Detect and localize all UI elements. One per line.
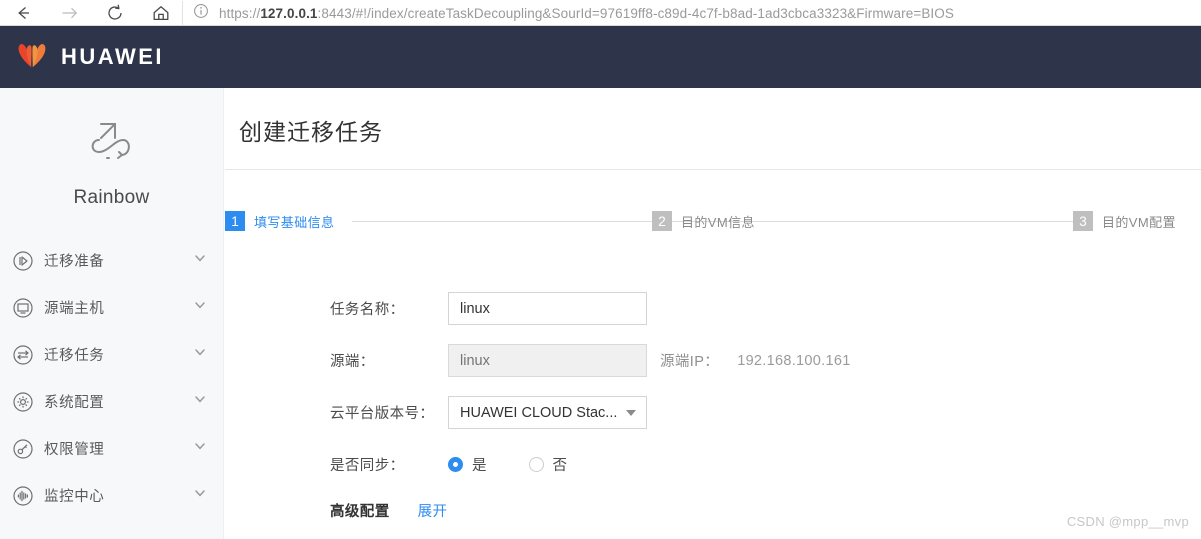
- chevron-down-icon[interactable]: [193, 251, 207, 270]
- chevron-down-icon[interactable]: [193, 486, 207, 505]
- sidebar-item-label: 迁移任务: [44, 348, 105, 364]
- advanced-config-expand-link[interactable]: 展开: [418, 500, 448, 521]
- brand-logo[interactable]: HUAWEI: [0, 40, 164, 75]
- url-host: 127.0.0.1: [260, 5, 318, 21]
- pulse-circle-icon: [12, 485, 34, 507]
- play-circle-icon: [12, 250, 34, 272]
- info-icon[interactable]: [193, 3, 209, 24]
- brand-name: HUAWEI: [61, 44, 164, 69]
- chevron-down-icon[interactable]: [193, 439, 207, 458]
- radio-dot-icon: [528, 457, 544, 472]
- cloud-version-value: HUAWEI CLOUD Stac...: [460, 404, 618, 421]
- sidebar-item-system-config[interactable]: 系统配置: [0, 378, 223, 425]
- radio-dot-icon: [448, 457, 463, 472]
- title-divider: [225, 169, 1201, 170]
- monitor-circle-icon: [12, 297, 34, 319]
- radio-label: 是: [472, 458, 487, 474]
- sidebar-item-label: 源端主机: [44, 301, 105, 317]
- key-circle-icon: [12, 438, 34, 460]
- cloud-version-label: 云平台版本号：: [330, 406, 435, 422]
- advanced-config-title: 高级配置: [330, 504, 390, 520]
- url-text: https://127.0.0.1:8443/#!/index/createTa…: [219, 6, 954, 21]
- chevron-down-icon[interactable]: [193, 345, 207, 364]
- product-name: Rainbow: [73, 187, 150, 208]
- huawei-flower-logo: [14, 40, 50, 75]
- task-name-input[interactable]: [448, 292, 647, 325]
- step-connector-3: [771, 221, 1091, 222]
- page-title: 创建迁移任务: [239, 119, 383, 145]
- form-row-source: 源端： 源端IP： 192.168.100.161: [330, 344, 1201, 377]
- reload-button[interactable]: [92, 0, 138, 26]
- sync-radio-yes[interactable]: 是: [448, 454, 487, 475]
- main-content: 创建迁移任务 1 填写基础信息 2 目的VM信息 3 目的VM配置 任务名称： …: [225, 88, 1201, 539]
- form-row-cloud-version: 云平台版本号： HUAWEI CLOUD Stac...: [330, 396, 1201, 429]
- source-ip-label: 源端IP：: [660, 354, 720, 370]
- sidebar-item-migration-prep[interactable]: 迁移准备: [0, 237, 223, 284]
- step-label: 填写基础信息: [254, 214, 335, 230]
- sidebar: Rainbow 迁移准备 源端主机 迁移任务 系统配置 权限管理 监控中心: [0, 88, 224, 539]
- sidebar-item-label: 监控中心: [44, 489, 105, 505]
- url-path: :8443/#!/index/createTaskDecoupling&Sour…: [317, 5, 954, 21]
- chevron-down-icon: [626, 410, 636, 416]
- sidebar-item-source-host[interactable]: 源端主机: [0, 284, 223, 331]
- arrow-left-icon: [13, 3, 33, 23]
- arrow-exchange-circle-icon: [12, 344, 34, 366]
- app-header: HUAWEI: [0, 26, 1201, 88]
- home-button[interactable]: [138, 0, 184, 26]
- step-2[interactable]: 2 目的VM信息: [652, 211, 755, 231]
- step-badge: 3: [1073, 211, 1093, 231]
- sync-radio-group: 是 否: [448, 454, 609, 475]
- basic-info-form: 任务名称： 源端： 源端IP： 192.168.100.161 云平台版本号： …: [225, 292, 1201, 521]
- step-3[interactable]: 3 目的VM配置: [1073, 211, 1176, 231]
- chevron-down-icon[interactable]: [193, 298, 207, 317]
- product-block: Rainbow: [0, 88, 223, 209]
- sidebar-item-permission[interactable]: 权限管理: [0, 425, 223, 472]
- sidebar-item-monitor-center[interactable]: 监控中心: [0, 472, 223, 519]
- rainbow-arrow-logo: [81, 112, 143, 177]
- arrow-right-icon: [59, 3, 79, 23]
- browser-toolbar: https://127.0.0.1:8443/#!/index/createTa…: [0, 0, 1201, 26]
- sidebar-item-migration-task[interactable]: 迁移任务: [0, 331, 223, 378]
- back-button[interactable]: [0, 0, 46, 26]
- form-row-task-name: 任务名称：: [330, 292, 1201, 325]
- step-badge: 1: [225, 211, 245, 231]
- sync-label: 是否同步：: [330, 458, 405, 474]
- gear-circle-icon: [12, 391, 34, 413]
- source-label: 源端：: [330, 354, 375, 370]
- chevron-down-icon[interactable]: [193, 392, 207, 411]
- sync-radio-no[interactable]: 否: [528, 454, 568, 475]
- source-input[interactable]: [448, 344, 647, 377]
- step-label: 目的VM信息: [681, 214, 755, 230]
- step-badge: 2: [652, 211, 672, 231]
- form-row-sync: 是否同步： 是 否: [330, 448, 1201, 481]
- source-ip-value: 192.168.100.161: [737, 352, 851, 369]
- sidebar-item-label: 权限管理: [44, 442, 105, 458]
- home-icon: [151, 3, 171, 23]
- task-name-label: 任务名称：: [330, 302, 405, 318]
- radio-label: 否: [552, 458, 568, 474]
- sidebar-menu: 迁移准备 源端主机 迁移任务 系统配置 权限管理 监控中心: [0, 237, 223, 519]
- watermark: CSDN @mpp__mvp: [1066, 514, 1189, 529]
- reload-icon: [105, 3, 125, 23]
- sidebar-item-label: 迁移准备: [44, 254, 105, 270]
- sidebar-item-label: 系统配置: [44, 395, 105, 411]
- url-scheme: https://: [219, 5, 261, 21]
- step-1[interactable]: 1 填写基础信息: [225, 211, 334, 231]
- forward-button[interactable]: [46, 0, 92, 26]
- step-label: 目的VM配置: [1102, 214, 1176, 230]
- address-bar[interactable]: https://127.0.0.1:8443/#!/index/createTa…: [182, 1, 1201, 25]
- stepper: 1 填写基础信息 2 目的VM信息 3 目的VM配置: [225, 211, 1201, 235]
- cloud-version-select[interactable]: HUAWEI CLOUD Stac...: [448, 396, 647, 429]
